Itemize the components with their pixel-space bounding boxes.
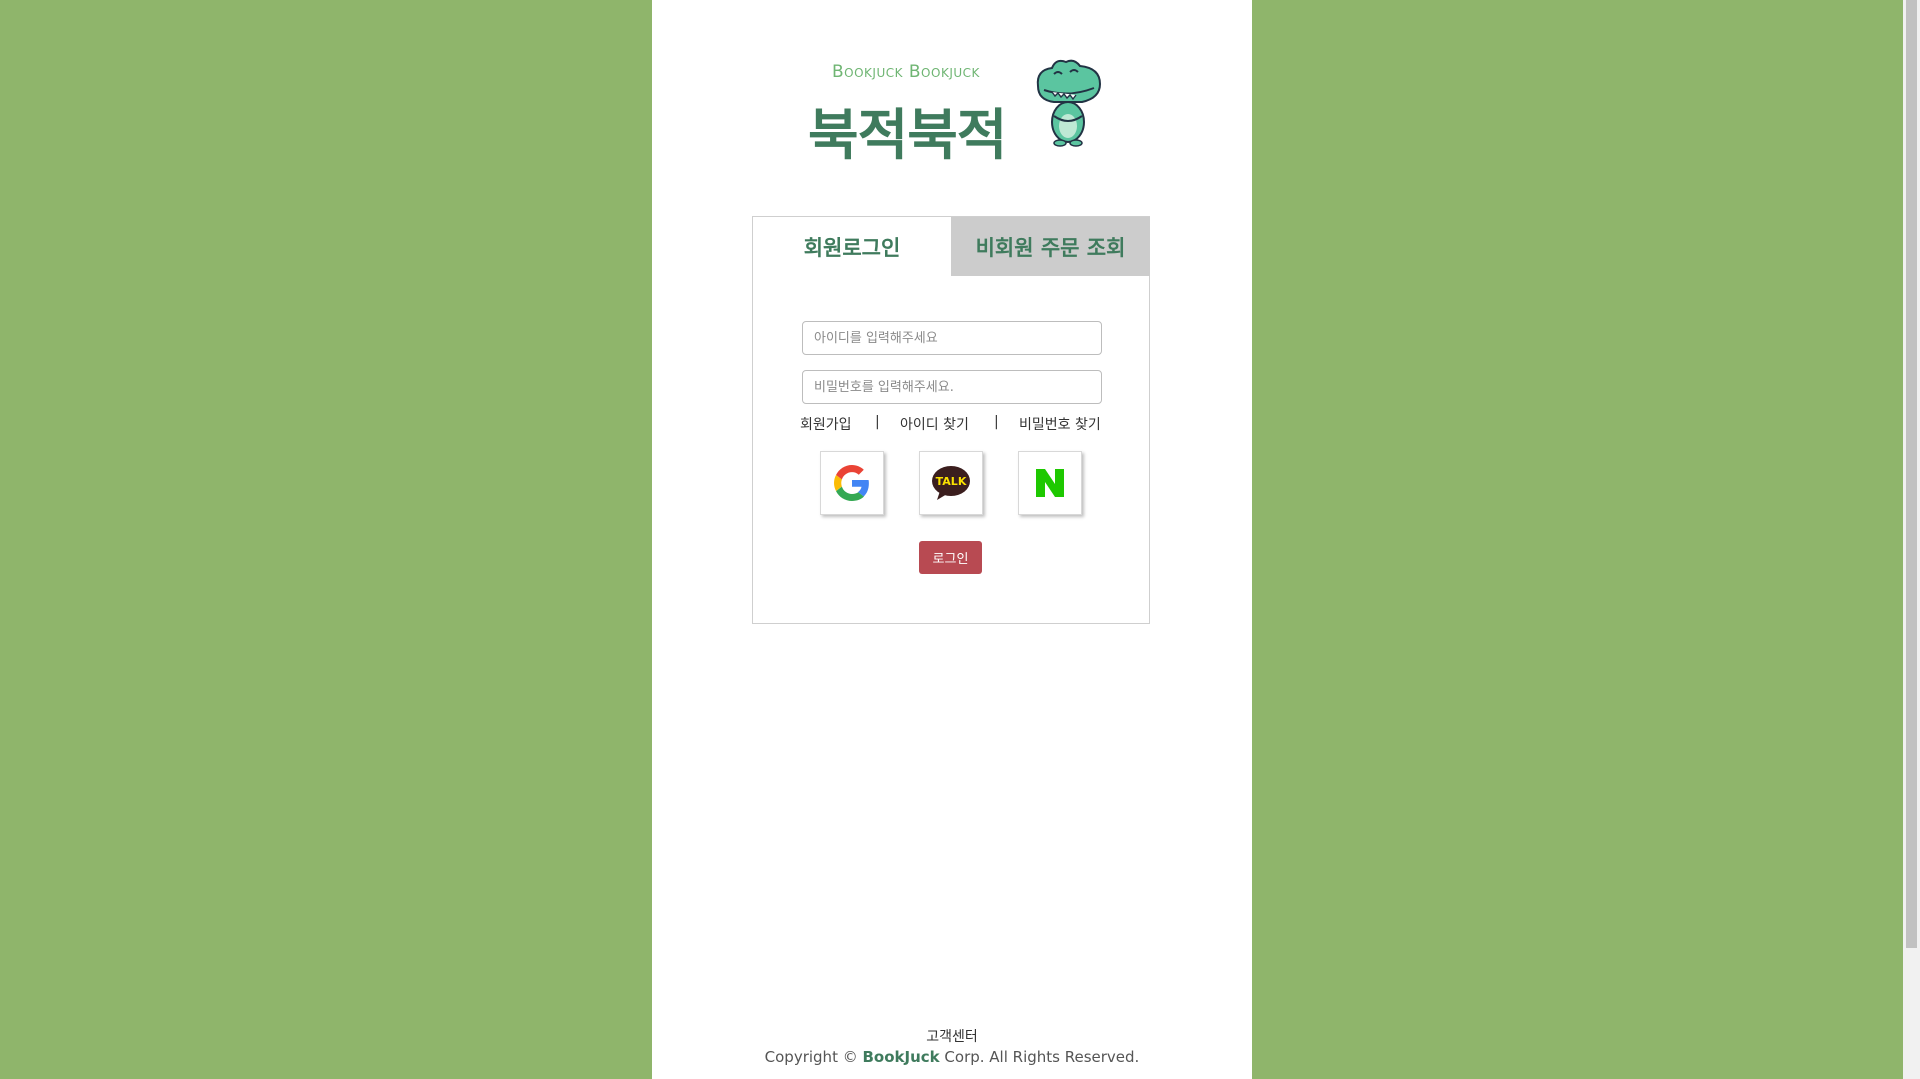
kakaotalk-icon: TALK [932,466,970,500]
vertical-scrollbar[interactable] [1903,0,1920,1079]
login-page: Bookjuck Bookjuck 북적북적 회원로그인 비회원 주문 조회 아… [652,0,1252,1079]
link-separator: | [994,414,999,430]
find-id-link[interactable]: 아이디 찾기 [900,414,969,434]
account-links: 회원가입 | 아이디 찾기 | 비밀번호 찾기 [800,414,1106,436]
id-input[interactable] [802,321,1102,355]
password-input[interactable] [802,370,1102,404]
crocodile-mascot-icon [1036,59,1102,147]
brand-name: BookJuck [862,1048,940,1066]
tab-guest-order[interactable]: 비회원 주문 조회 [951,217,1150,276]
naver-icon [1036,469,1064,497]
join-link[interactable]: 회원가입 [800,414,852,434]
kakao-login-button[interactable]: TALK [919,451,983,515]
login-button[interactable]: 로그인 [919,541,982,574]
google-login-button[interactable] [820,451,884,515]
kakao-talk-label: TALK [936,475,967,488]
copyright-text: Copyright © BookJuck Corp. All Rights Re… [652,1048,1252,1066]
logo-title: 북적북적 [808,103,1007,167]
google-icon [834,465,869,501]
link-separator: | [875,414,880,430]
find-password-link[interactable]: 비밀번호 찾기 [1019,414,1101,434]
customer-center-link[interactable]: 고객센터 [652,1026,1252,1046]
logo-subtitle: Bookjuck Bookjuck [832,62,980,82]
copyright-suffix: Corp. All Rights Reserved. [939,1048,1140,1066]
copyright-prefix: Copyright © [764,1048,863,1066]
tab-member-login[interactable]: 회원로그인 [753,217,951,276]
site-logo[interactable]: Bookjuck Bookjuck 북적북적 [808,56,1108,167]
scrollbar-thumb[interactable] [1906,0,1917,948]
login-box: 회원로그인 비회원 주문 조회 회원가입 | 아이디 찾기 | 비밀번호 찾기 … [752,216,1150,624]
naver-login-button[interactable] [1018,451,1082,515]
